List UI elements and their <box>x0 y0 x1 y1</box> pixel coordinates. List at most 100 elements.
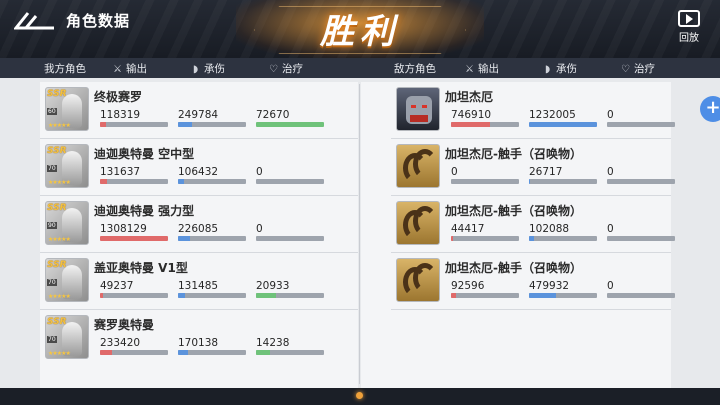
rarity-badge: SSR <box>47 260 67 270</box>
heal-stat: 0 <box>607 223 675 241</box>
boss-avatar <box>396 87 440 131</box>
our-unit-row[interactable]: SSR 70 ★★★★★ 迪迦奥特曼 空中型 131637 106432 0 <box>40 139 358 196</box>
tentacle-avatar <box>396 201 440 245</box>
enemy-taken-header: ◗ 承伤 <box>542 61 577 76</box>
heal-stat: 20933 <box>256 280 324 298</box>
taken-bar <box>529 179 597 184</box>
rarity-badge: SSR <box>47 89 67 99</box>
taken-stat: 131485 <box>178 280 246 298</box>
enemy-output-header-label: 输出 <box>478 63 499 75</box>
victory-text: 胜利 <box>320 12 400 52</box>
our-unit-row[interactable]: SSR 70 ★★★★★ 盖亚奥特曼 V1型 49237 131485 20933 <box>40 253 358 310</box>
heal-value: 72670 <box>256 109 290 121</box>
output-value: 1308129 <box>100 223 147 235</box>
taken-bar <box>529 122 597 127</box>
enemy-output-header: ⚔ 输出 <box>464 61 499 76</box>
taken-header-label: 承伤 <box>204 63 225 75</box>
heal-value: 0 <box>256 223 263 235</box>
output-stat: 92596 <box>451 280 519 298</box>
heal-bar <box>256 236 324 241</box>
rarity-badge: SSR <box>47 146 67 156</box>
taken-value: 226085 <box>178 223 219 235</box>
output-bar <box>100 179 168 184</box>
output-value: 118319 <box>100 109 141 121</box>
heal-stat: 0 <box>256 166 324 184</box>
taken-stat: 1232005 <box>529 109 597 127</box>
output-bar <box>451 236 519 241</box>
heal-stat: 0 <box>607 109 675 127</box>
unit-name: 盖亚奥特曼 V1型 <box>94 261 188 275</box>
output-value: 0 <box>451 166 458 178</box>
taken-stat: 226085 <box>178 223 246 241</box>
tentacle-avatar <box>396 258 440 302</box>
heal-stat: 72670 <box>256 109 324 127</box>
heal-value: 0 <box>607 109 614 121</box>
taken-value: 26717 <box>529 166 563 178</box>
level-badge: 70 <box>47 279 57 286</box>
page-title: 角色数据 <box>66 12 131 30</box>
star-icons: ★★★★★ <box>48 293 71 300</box>
unit-name: 迪迦奥特曼 空中型 <box>94 147 195 161</box>
taken-bar <box>529 236 597 241</box>
output-bar <box>451 179 519 184</box>
taken-stat: 102088 <box>529 223 597 241</box>
taken-value: 131485 <box>178 280 219 292</box>
output-stat: 49237 <box>100 280 168 298</box>
heal-stat: 14238 <box>256 337 324 355</box>
enemy-heal-header: ♡ 治疗 <box>620 61 655 76</box>
taken-stat: 479932 <box>529 280 597 298</box>
enemy-heal-header-label: 治疗 <box>634 63 655 75</box>
output-value: 44417 <box>451 223 485 235</box>
output-value: 131637 <box>100 166 141 178</box>
taken-value: 479932 <box>529 280 570 292</box>
our-unit-row[interactable]: SSR 60 ★★★★★ 终极赛罗 118319 249784 72670 <box>40 82 358 139</box>
output-bar <box>451 122 519 127</box>
replay-button[interactable]: 回放 <box>674 10 704 44</box>
taken-stat: 26717 <box>529 166 597 184</box>
taken-stat: 249784 <box>178 109 246 127</box>
enemy-unit-row[interactable]: 加坦杰厄-触手（召唤物） 44417 102088 0 <box>391 196 675 253</box>
enemy-unit-row[interactable]: 加坦杰厄-触手（召唤物） 0 26717 0 <box>391 139 675 196</box>
shield-icon: ◗ <box>192 64 199 75</box>
unit-name: 加坦杰厄-触手（召唤物） <box>445 147 582 161</box>
heal-bar <box>256 122 324 127</box>
enemy-unit-row[interactable]: 加坦杰厄 746910 1232005 0 <box>391 82 675 139</box>
page-indicator-dot <box>356 392 363 399</box>
output-header-label: 输出 <box>126 63 147 75</box>
heal-value: 0 <box>607 166 614 178</box>
tentacle-avatar <box>396 144 440 188</box>
expand-plus-button[interactable]: + <box>700 96 720 122</box>
enemy-unit-row[interactable]: 加坦杰厄-触手（召唤物） 92596 479932 0 <box>391 253 675 310</box>
heart-icon: ♡ <box>269 64 278 75</box>
our-unit-row[interactable]: SSR 90 ★★★★★ 迪迦奥特曼 强力型 1308129 226085 0 <box>40 196 358 253</box>
output-stat: 131637 <box>100 166 168 184</box>
heal-bar <box>256 179 324 184</box>
taken-value: 106432 <box>178 166 219 178</box>
replay-label: 回放 <box>679 33 699 44</box>
heal-value: 14238 <box>256 337 290 349</box>
unit-avatar: SSR 60 ★★★★★ <box>45 87 89 131</box>
output-bar <box>451 293 519 298</box>
taken-value: 249784 <box>178 109 219 121</box>
taken-stat: 106432 <box>178 166 246 184</box>
unit-name: 加坦杰厄-触手（召唤物） <box>445 204 582 218</box>
unit-name: 加坦杰厄 <box>445 90 494 104</box>
unit-name: 赛罗奥特曼 <box>94 318 155 332</box>
heal-bar <box>607 179 675 184</box>
bottom-bar <box>0 388 720 405</box>
our-unit-row[interactable]: SSR 70 ★★★★★ 赛罗奥特曼 233420 170138 14238 <box>40 310 358 367</box>
heal-bar <box>607 122 675 127</box>
taken-stat: 170138 <box>178 337 246 355</box>
output-stat: 118319 <box>100 109 168 127</box>
output-stat: 233420 <box>100 337 168 355</box>
our-team-header: 我方角色 <box>44 63 86 75</box>
crossed-swords-icon: ⚔ <box>465 64 474 75</box>
taken-bar <box>178 350 246 355</box>
output-value: 233420 <box>100 337 141 349</box>
star-icons: ★★★★★ <box>48 236 71 243</box>
output-bar <box>100 350 168 355</box>
star-icons: ★★★★★ <box>48 179 71 186</box>
level-badge: 90 <box>47 222 57 229</box>
rarity-badge: SSR <box>47 317 67 327</box>
back-arrow-icon[interactable] <box>14 12 60 32</box>
